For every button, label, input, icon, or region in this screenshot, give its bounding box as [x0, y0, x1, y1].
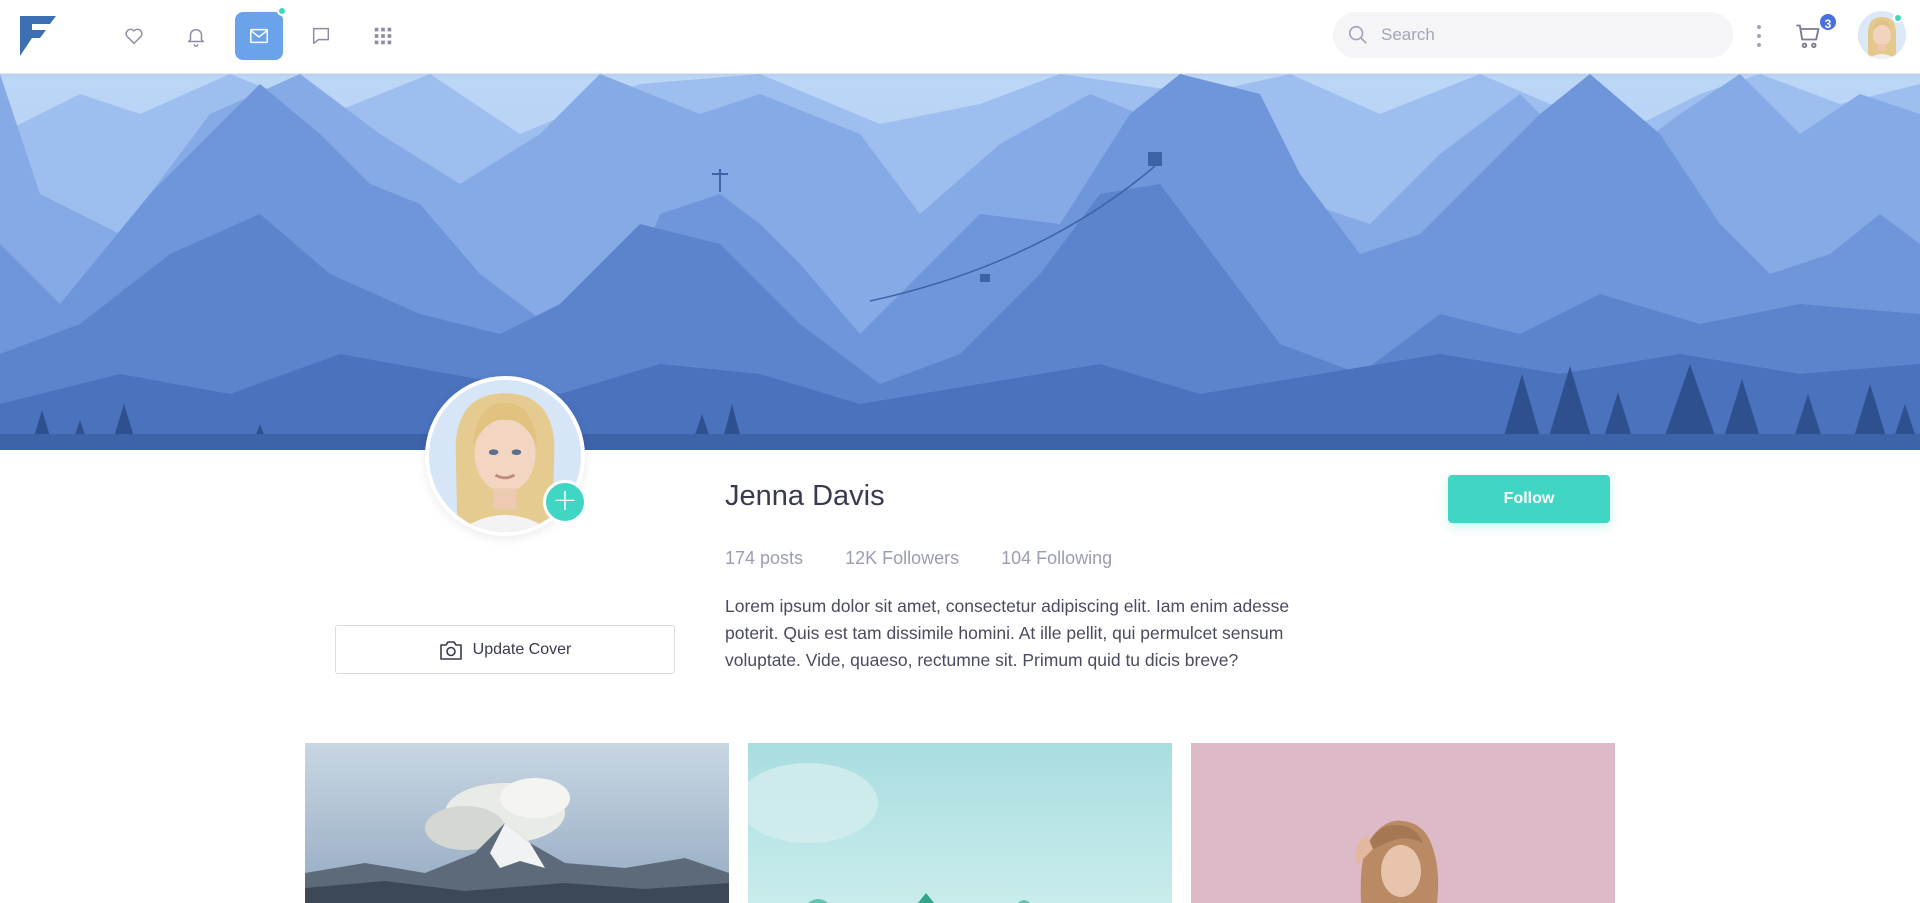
- heart-icon[interactable]: [110, 12, 158, 60]
- camera-icon: [439, 640, 462, 660]
- mail-unread-dot: [277, 6, 287, 16]
- follow-button[interactable]: Follow: [1448, 475, 1610, 523]
- search-input[interactable]: [1381, 25, 1711, 45]
- profile-bio: Lorem ipsum dolor sit amet, consectetur …: [725, 596, 1290, 670]
- following-count[interactable]: 104 Following: [1001, 548, 1112, 569]
- mail-icon[interactable]: [235, 12, 283, 60]
- online-status-dot: [1893, 13, 1903, 23]
- update-cover-button[interactable]: Update Cover: [335, 625, 675, 674]
- search-bar: [1333, 12, 1733, 58]
- logo-icon[interactable]: [20, 16, 56, 56]
- cart-icon: [1796, 24, 1820, 49]
- plus-icon[interactable]: +: [543, 480, 587, 524]
- top-navbar: 3: [0, 0, 1920, 74]
- gallery-photo-mountain[interactable]: [305, 743, 729, 903]
- gallery-photo-portrait[interactable]: [1191, 743, 1615, 903]
- posts-count[interactable]: 174 posts: [725, 548, 803, 569]
- chat-icon[interactable]: [297, 12, 345, 60]
- cover-image: [0, 74, 1920, 450]
- profile-name: Jenna Davis: [725, 480, 885, 512]
- profile-stats: 174 posts 12K Followers 104 Following: [725, 548, 1112, 569]
- gallery-photo-teal[interactable]: [748, 743, 1172, 903]
- followers-count[interactable]: 12K Followers: [845, 548, 959, 569]
- apps-grid-icon[interactable]: [359, 12, 407, 60]
- search-icon: [1348, 25, 1367, 44]
- bell-icon[interactable]: [172, 12, 220, 60]
- update-cover-label: Update Cover: [472, 640, 572, 658]
- more-options-icon[interactable]: [1752, 22, 1766, 50]
- cart-button[interactable]: 3: [1790, 12, 1838, 54]
- cart-count-badge: 3: [1818, 12, 1838, 32]
